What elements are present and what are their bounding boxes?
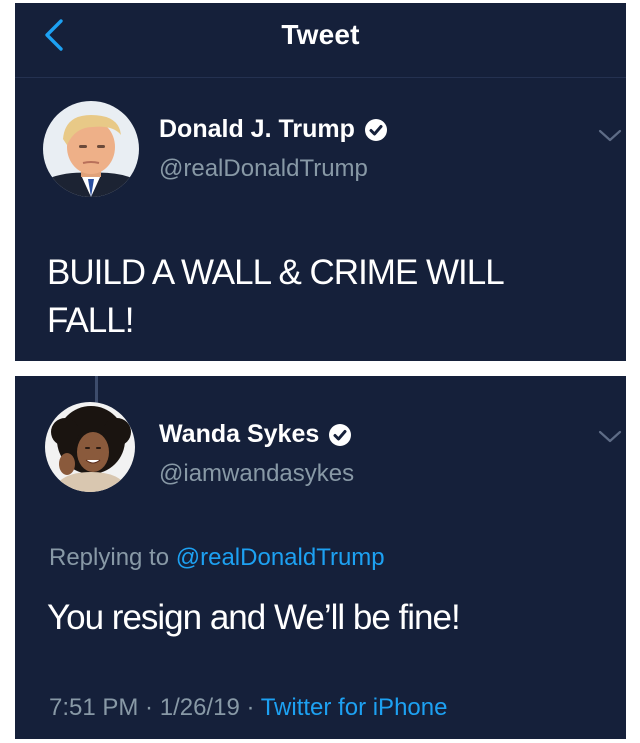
- meta-separator: ·: [138, 694, 160, 721]
- author-name-row[interactable]: Donald J. Trump: [159, 115, 388, 144]
- reply-text: You resign and We’ll be fine!: [47, 598, 461, 637]
- tweet-options-button[interactable]: [597, 428, 623, 446]
- replying-to-prefix: Replying to: [49, 544, 176, 571]
- author-display-name[interactable]: Donald J. Trump: [159, 115, 355, 144]
- replying-to-line: Replying to @realDonaldTrump: [49, 544, 385, 572]
- thread-connector-line: [95, 376, 98, 404]
- page-title: Tweet: [281, 19, 360, 50]
- avatar[interactable]: [45, 402, 135, 492]
- chevron-down-icon: [598, 430, 622, 443]
- meta-separator: ·: [239, 694, 261, 721]
- chevron-down-icon: [598, 129, 622, 142]
- original-tweet-panel: Tweet Donald J. Trump @realDonaldTrump B…: [15, 3, 626, 361]
- tweet-text: BUILD A WALL & CRIME WILL FALL!: [47, 249, 617, 345]
- tweet-text-line: BUILD A WALL & CRIME WILL: [47, 253, 505, 292]
- replying-to-mention-link[interactable]: @realDonaldTrump: [176, 544, 385, 571]
- avatar[interactable]: [43, 101, 139, 197]
- nav-bar: Tweet: [15, 3, 626, 78]
- author-name-row[interactable]: Wanda Sykes: [159, 420, 352, 449]
- verified-badge-icon: [328, 423, 352, 447]
- tweet-date: 1/26/19: [159, 694, 240, 721]
- author-display-name[interactable]: Wanda Sykes: [159, 420, 319, 449]
- tweet-source-link[interactable]: Twitter for iPhone: [261, 694, 448, 721]
- author-handle[interactable]: @iamwandasykes: [159, 460, 354, 488]
- reply-tweet-panel: Wanda Sykes @iamwandasykes Replying to @…: [15, 376, 626, 739]
- tweet-text-line: FALL!: [47, 301, 134, 340]
- author-handle[interactable]: @realDonaldTrump: [159, 155, 368, 183]
- verified-badge-icon: [364, 118, 388, 142]
- tweet-options-button[interactable]: [597, 127, 623, 145]
- tweet-time: 7:51 PM: [49, 694, 139, 721]
- tweet-meta: 7:51 PM · 1/26/19 · Twitter for iPhone: [49, 694, 447, 722]
